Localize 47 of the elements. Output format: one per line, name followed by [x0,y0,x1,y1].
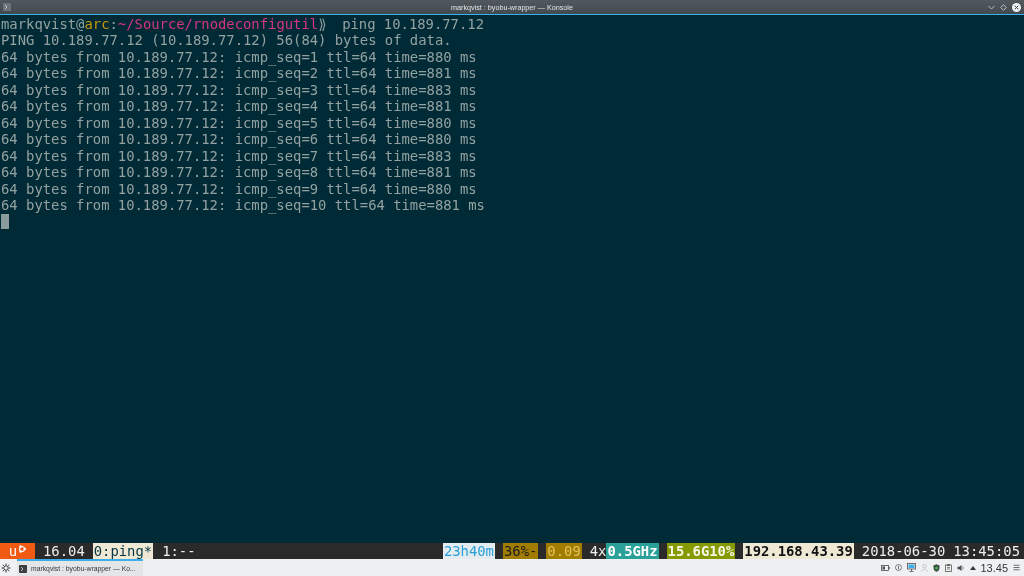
monitor-icon[interactable] [907,563,917,572]
terminal-output-line: 64 bytes from 10.189.77.12: icmp_seq=4 ttl=64 time=881 ms [1,98,478,115]
caret-up-icon[interactable] [970,565,977,570]
shield-icon[interactable] [933,563,941,572]
load-label: 0.09 [546,543,582,559]
prompt-host: arc [84,16,110,32]
terminal-output-line: 64 bytes from 10.189.77.12: icmp_seq=6 ttl=64 time=880 ms [1,131,478,148]
prompt-symbol: ⟫ [318,16,328,33]
diamond-icon[interactable] [1000,3,1007,11]
window-tab[interactable]: 1:-- [161,543,197,559]
logo-letter: u [8,543,18,559]
terminal-output-line: 64 bytes from 10.189.77.12: icmp_seq=7 ttl=64 time=883 ms [1,147,478,165]
terminal-icon[interactable] [3,3,11,11]
ip-address-label: 192.168.43.39 [743,543,854,559]
terminal-output-line: PING 10.189.77.12 (10.189.77.12) 56(84) bytes of data. [1,32,453,49]
release-label: 16.04 [43,543,85,559]
battery-icon[interactable] [881,564,891,571]
terminal-output-line: 64 bytes from 10.189.77.12: icmp_seq=3 ttl=64 time=883 ms [1,81,478,99]
cpu-count-label: 4x [589,543,607,559]
clipboard-icon[interactable] [945,563,953,572]
close-icon[interactable] [1012,2,1021,12]
terminal-output-line: 64 bytes from 10.189.77.12: icmp_seq=5 ttl=64 time=880 ms [1,114,478,132]
info-icon[interactable] [895,564,903,571]
cursor-icon [1,214,9,230]
prompt-separator: : [109,16,118,32]
prompt-user: markqvist@ [1,16,85,32]
window-tab[interactable]: 0:ping* [92,543,154,559]
time-label: 13:45:05 [953,543,1020,559]
circle-logo-icon [18,545,27,553]
date-label: 2018-06-30 [861,543,946,559]
gear-icon[interactable] [1,562,11,573]
terminal-output-line: 64 bytes from 10.189.77.12: icmp_seq=8 ttl=64 time=881 ms [1,164,478,181]
speaker-icon[interactable] [957,563,966,572]
memory-label: 15.6G10% [666,543,736,559]
menu-icon[interactable] [1013,564,1020,571]
cpu-frequency-label: 0.5GHz [606,543,659,559]
prompt-path: ~/Source/rnodeconfigutil [117,16,319,32]
command-text: ping 10.189.77.12 [342,16,484,32]
terminal-output-line: 64 bytes from 10.189.77.12: icmp_seq=10 ttl=64 time=881 ms [1,197,486,214]
terminal-output-line: 64 bytes from 10.189.77.12: icmp_seq=1 ttl=64 time=880 ms [1,48,478,66]
clock[interactable]: 13.45 [980,561,1008,574]
terminal-output-line: 64 bytes from 10.189.77.12: icmp_seq=9 ttl=64 time=880 ms [1,180,478,197]
chevron-down-icon[interactable] [988,4,995,10]
battery-label: 36%- [502,543,539,559]
uptime-label: 23h40m [442,543,495,559]
terminal-icon [19,564,27,573]
terminal-output-line: 64 bytes from 10.189.77.12: icmp_seq=2 ttl=64 time=881 ms [1,65,478,82]
